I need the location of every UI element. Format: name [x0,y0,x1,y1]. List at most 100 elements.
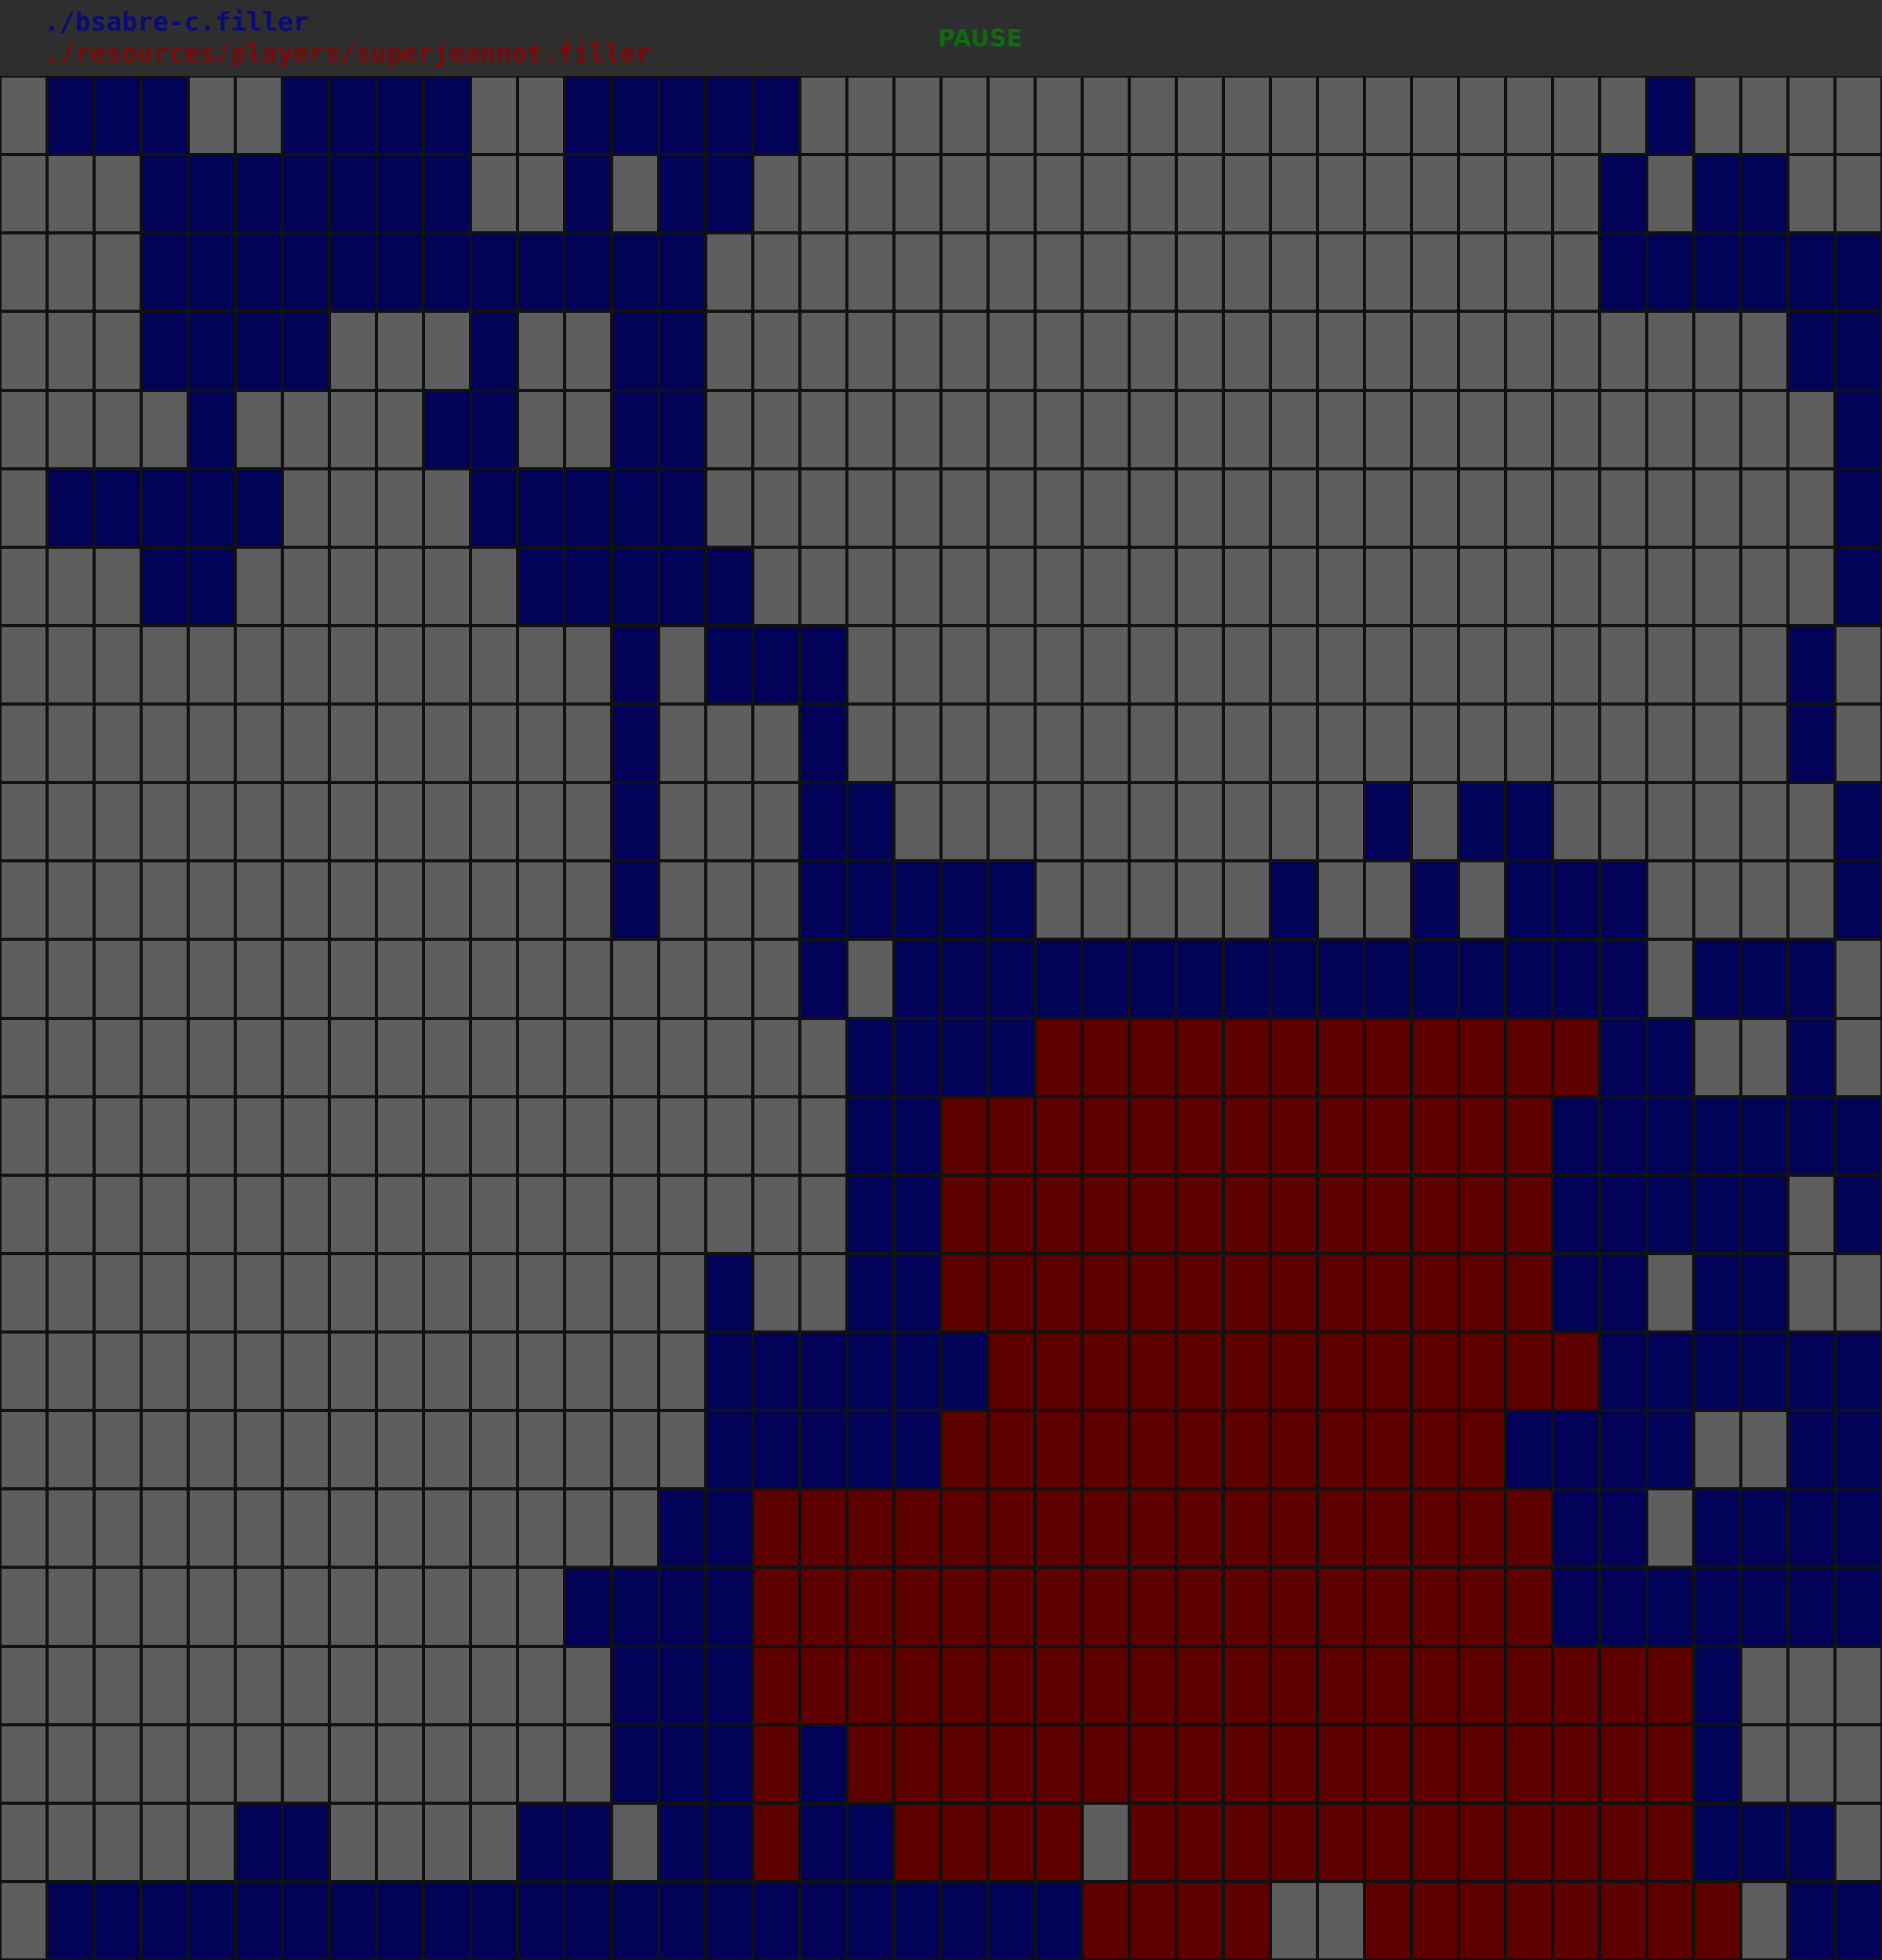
board-cell-empty [1317,468,1364,547]
board-cell-empty [1270,546,1317,626]
board-cell-player2 [1459,1174,1506,1254]
board-cell-empty [1176,233,1223,312]
board-cell-player1 [1223,939,1270,1018]
board-cell-player1 [1647,1018,1694,1097]
board-cell-player1 [1647,233,1694,312]
board-cell-empty [47,1018,94,1097]
board-cell-empty [235,76,282,155]
board-cell-player2 [894,1646,941,1725]
board-cell-empty [988,154,1035,234]
board-cell-player1 [894,1332,941,1411]
board-cell-empty [1364,704,1412,783]
pause-status[interactable]: PAUSE [938,24,1023,55]
board-cell-empty [282,1253,329,1332]
board-cell-empty [47,1096,94,1175]
board-cell-player2 [1459,1332,1506,1411]
board-cell-player2 [1506,1881,1553,1960]
board-cell-player2 [847,1567,894,1646]
board-cell-empty [1600,625,1647,704]
board-cell-player2 [1035,1174,1082,1254]
board-cell-empty [470,546,518,626]
board-cell-empty [188,782,235,862]
board-cell-player2 [1317,1802,1364,1882]
board-cell-player2 [1270,1096,1317,1175]
board-cell-empty [423,1018,470,1097]
board-cell-player1 [470,233,518,312]
board-cell-empty [0,468,47,547]
board-cell-player1 [1600,1410,1647,1490]
board-cell-empty [1694,625,1741,704]
board-cell-empty [423,704,470,783]
board-cell-empty [470,154,518,234]
board-cell-empty [329,1489,376,1568]
board-cell-empty [235,1646,282,1725]
board-cell-player1 [1364,939,1412,1018]
board-cell-player1 [1647,1410,1694,1490]
board-cell-empty [1129,311,1176,390]
board-cell-empty [941,468,988,547]
board-cell-empty [141,1410,188,1490]
board-cell-empty [612,939,659,1018]
board-cell-empty [800,1174,847,1254]
board-cell-empty [988,546,1035,626]
board-cell-player1 [1694,233,1741,312]
board-cell-player1 [847,1018,894,1097]
board-cell-player2 [800,1489,847,1568]
board-cell-player2 [1223,1567,1270,1646]
board-cell-player2 [1035,1646,1082,1725]
board-cell-player1 [1647,76,1694,155]
board-cell-empty [1506,311,1553,390]
board-cell-player1 [470,1881,518,1960]
board-cell-empty [1647,939,1694,1018]
board-cell-player1 [188,154,235,234]
board-cell-empty [800,468,847,547]
board-cell-empty [1835,704,1882,783]
board-cell-empty [47,782,94,862]
board-cell-empty [423,782,470,862]
board-cell-empty [1741,1724,1788,1803]
board-cell-player1 [1317,939,1364,1018]
board-cell-player2 [1459,1253,1506,1332]
board-cell-empty [376,1410,423,1490]
board-cell-empty [1129,76,1176,155]
board-cell-empty [376,546,423,626]
board-cell-player1 [1506,939,1553,1018]
board-cell-empty [94,311,141,390]
player2-name: ./resources/players/superjeannot.filler [44,38,652,68]
board-cell-empty [141,625,188,704]
board-cell-empty [141,1018,188,1097]
board-cell-empty [1412,468,1459,547]
board-cell-player1 [1788,233,1835,312]
board-cell-empty [847,76,894,155]
board-cell-player1 [1694,1724,1741,1803]
board-cell-player1 [1741,1332,1788,1411]
board-cell-player1 [894,1253,941,1332]
board-cell-empty [1270,782,1317,862]
board-cell-empty [47,1646,94,1725]
board-cell-player2 [1270,1724,1317,1803]
board-cell-empty [1741,625,1788,704]
board-cell-player1 [659,468,706,547]
board-cell-player2 [1035,1096,1082,1175]
board-cell-empty [0,939,47,1018]
board-cell-empty [1223,390,1270,469]
board-cell-player2 [1412,1096,1459,1175]
board-cell-player2 [1223,1489,1270,1568]
board-cell-empty [612,1253,659,1332]
board-cell-empty [1412,625,1459,704]
board-cell-player2 [1553,1018,1600,1097]
board-cell-player1 [282,1881,329,1960]
board-cell-player2 [1270,1332,1317,1411]
board-cell-empty [800,76,847,155]
board-cell-empty [235,1410,282,1490]
board-cell-player2 [1553,1802,1600,1882]
board-cell-player2 [1317,1646,1364,1725]
board-cell-empty [1412,546,1459,626]
board-cell-empty [1082,782,1129,862]
board-cell-empty [282,1174,329,1254]
board-cell-empty [1082,861,1129,940]
board-cell-empty [612,1332,659,1411]
board-cell-empty [376,1096,423,1175]
board-cell-player1 [941,1018,988,1097]
board-cell-player1 [800,625,847,704]
